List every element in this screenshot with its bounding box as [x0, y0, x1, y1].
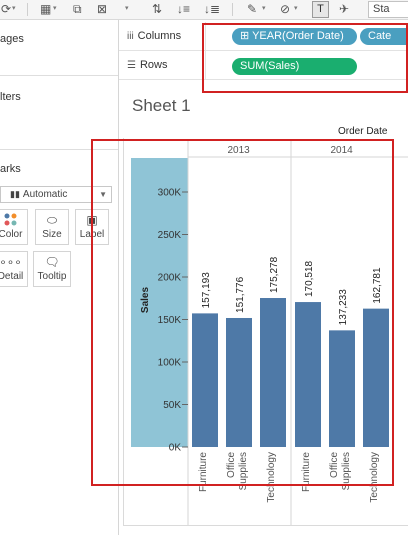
annotation-box-chart: [91, 139, 394, 486]
